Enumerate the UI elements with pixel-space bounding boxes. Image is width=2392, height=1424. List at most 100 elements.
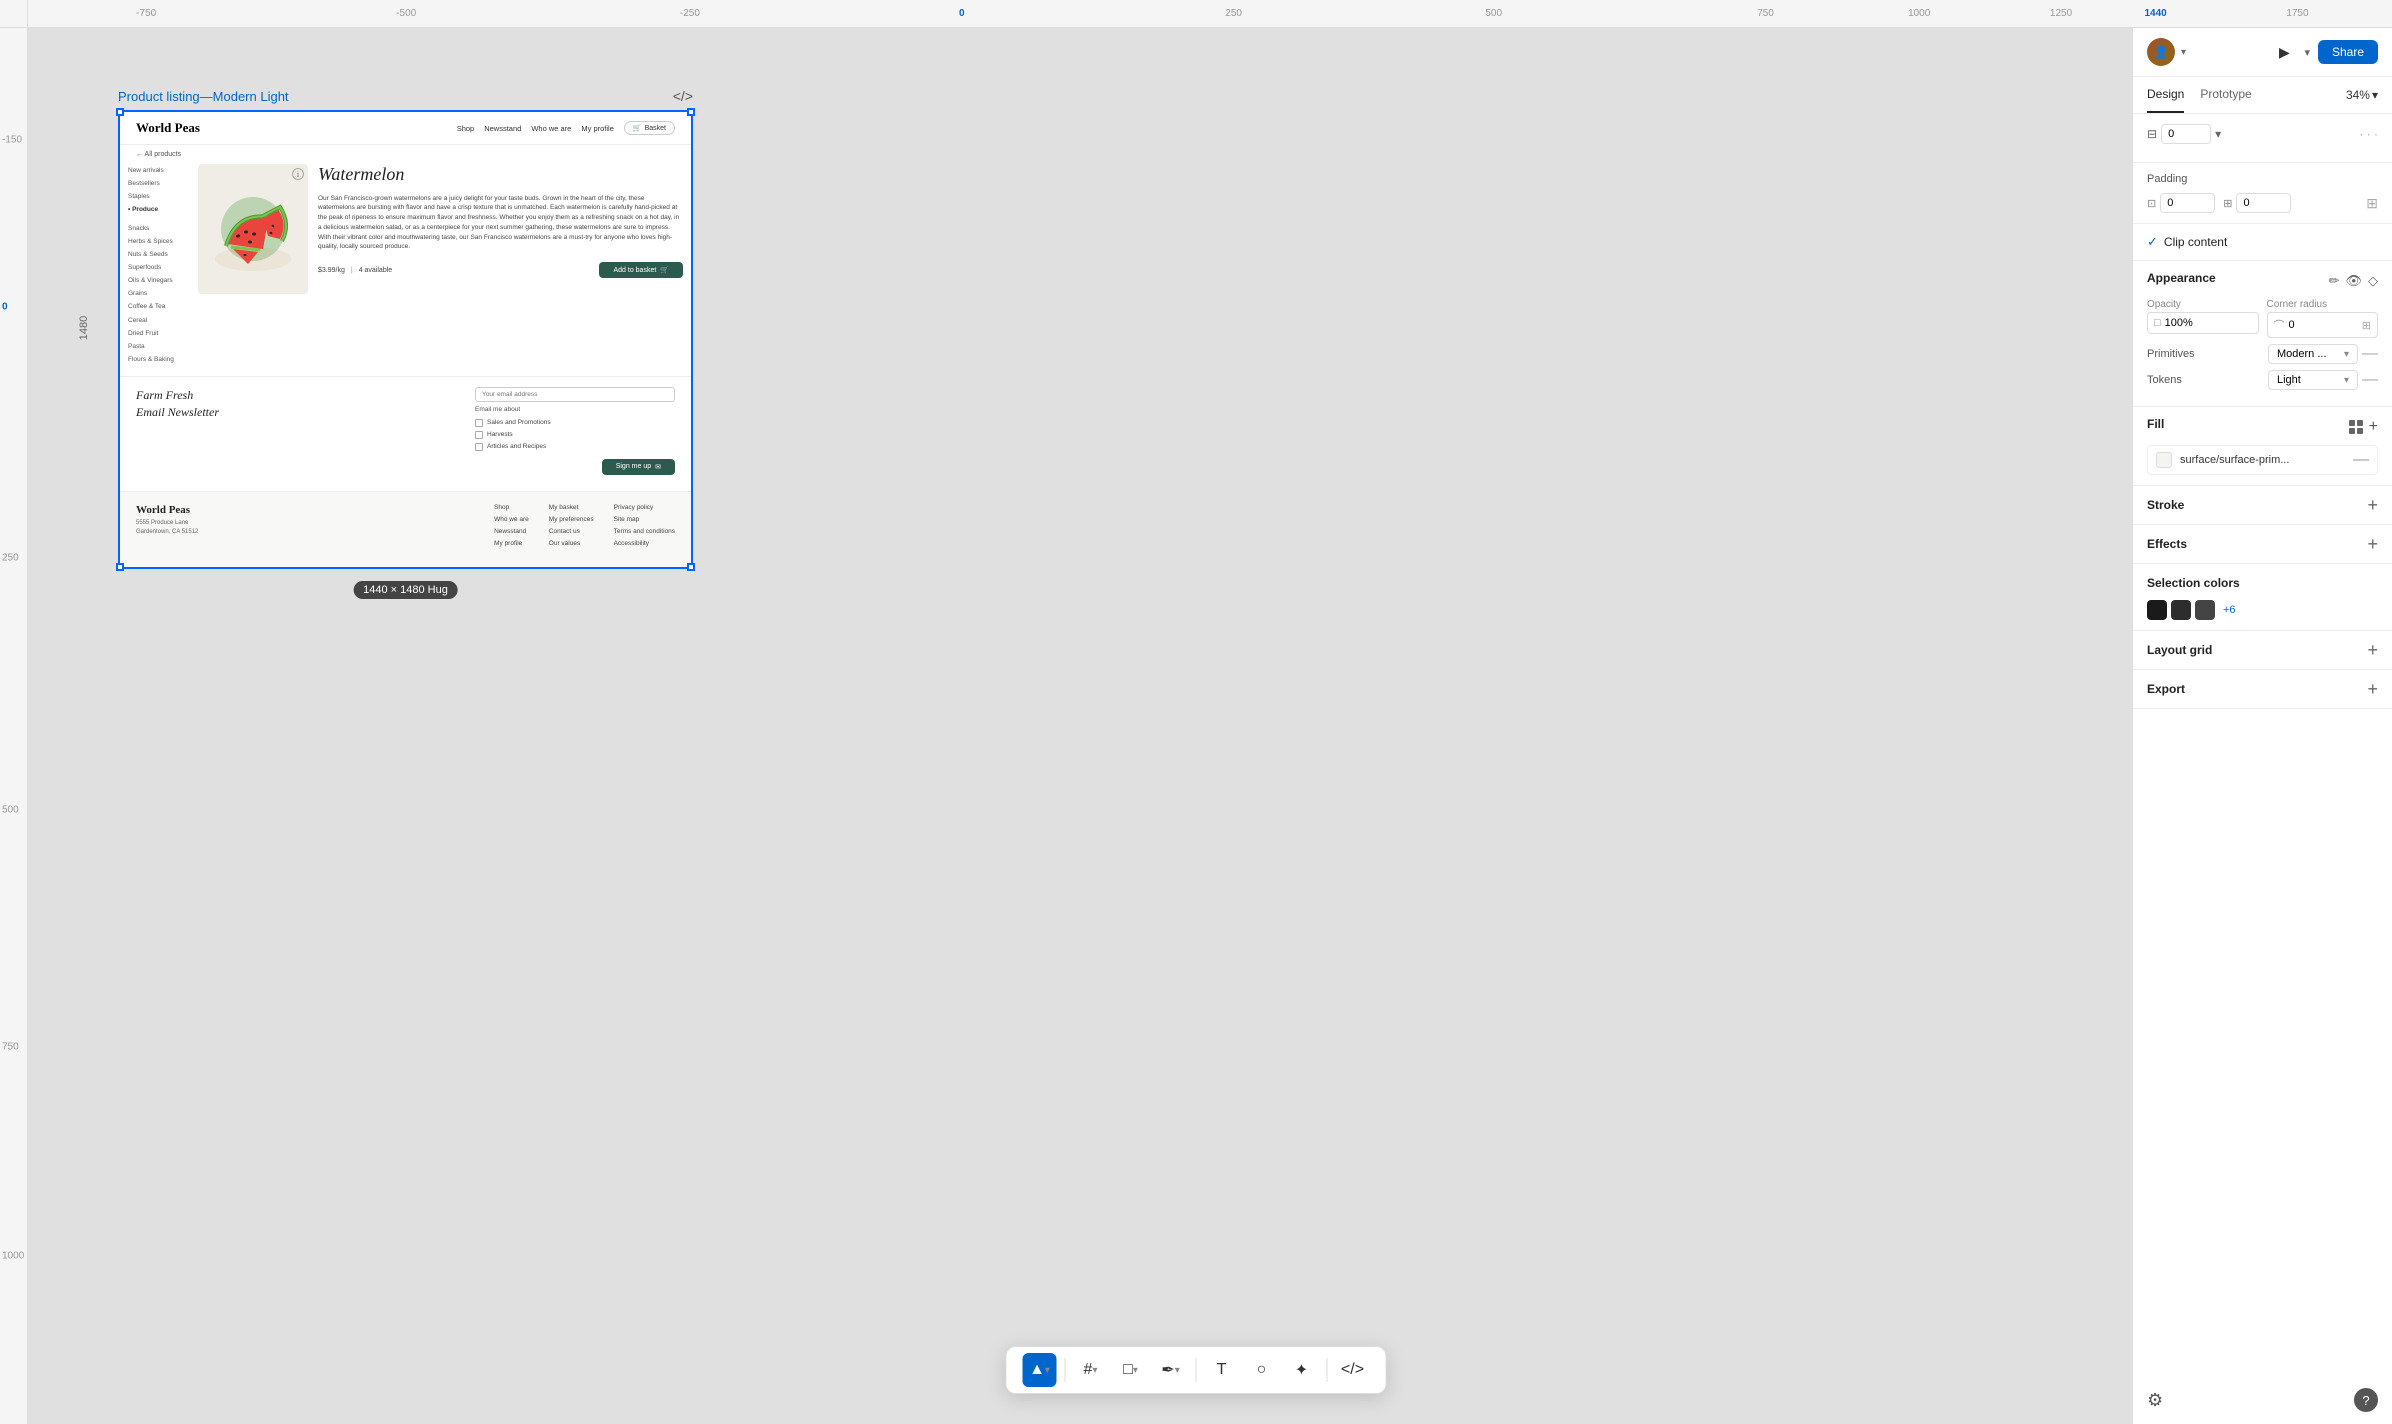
checkmark-icon[interactable]: ✓ [2147, 234, 2158, 250]
tokens-minus[interactable]: — [2362, 371, 2378, 389]
sidebar-herbs[interactable]: Herbs & Spices [128, 235, 188, 248]
footer-link-shop[interactable]: Shop [494, 504, 529, 511]
sel-color-2[interactable] [2171, 600, 2191, 620]
padding-expand-icon[interactable]: ⊞ [2366, 195, 2378, 212]
effects-add-icon[interactable]: + [2367, 535, 2378, 553]
checkbox-box-sales[interactable] [475, 419, 483, 427]
frame-wrapper[interactable]: World Peas Shop Newsstand Who we are My … [118, 110, 693, 569]
nav-link-newsstand[interactable]: Newsstand [484, 124, 521, 133]
sidebar-snacks[interactable]: Snacks [128, 222, 188, 235]
layout-grid-add-icon[interactable]: + [2367, 641, 2378, 659]
footer-link-accessibility[interactable]: Accessibility [614, 540, 675, 547]
fill-remove-icon[interactable]: — [2353, 451, 2369, 469]
tool-code[interactable]: </> [1336, 1353, 1370, 1387]
frame-corner-bl[interactable] [116, 563, 124, 571]
footer-link-prefs[interactable]: My preferences [549, 516, 594, 523]
reset-icon[interactable]: ◇ [2368, 273, 2378, 289]
avatar[interactable]: 👤 [2147, 38, 2175, 66]
tool-rectangle[interactable]: □ ▾ [1114, 1353, 1148, 1387]
footer-link-profile[interactable]: My profile [494, 540, 529, 547]
edit-style-icon[interactable]: ✏ [2329, 273, 2340, 289]
select-chevron[interactable]: ▾ [1045, 1365, 1050, 1376]
code-icon[interactable]: </> [673, 88, 693, 104]
checkbox-box-harvests[interactable] [475, 431, 483, 439]
checkbox-box-articles[interactable] [475, 443, 483, 451]
primitives-dropdown[interactable]: Modern ... ▾ [2268, 344, 2358, 364]
align-input[interactable] [2161, 124, 2211, 144]
sel-color-3[interactable] [2195, 600, 2215, 620]
zoom-control[interactable]: 34% ▾ [2346, 88, 2378, 102]
sidebar-cereal[interactable]: Cereal [128, 314, 188, 327]
canvas[interactable]: Product listing—Modern Light </> World P… [28, 28, 2132, 1424]
sel-color-extra[interactable]: +6 [2223, 604, 2236, 616]
footer-link-newsstand[interactable]: Newsstand [494, 528, 529, 535]
frame-corner-br[interactable] [687, 563, 695, 571]
sidebar-staples[interactable]: Staples [128, 190, 188, 203]
opacity-input[interactable]: □ 100% [2147, 312, 2259, 334]
sidebar-grains[interactable]: Grains [128, 287, 188, 300]
checkbox-harvests[interactable]: Harvests [475, 431, 675, 439]
tab-prototype[interactable]: Prototype [2200, 77, 2251, 113]
nav-link-profile[interactable]: My profile [581, 124, 614, 133]
sidebar-dried-fruit[interactable]: Dried Fruit [128, 327, 188, 340]
footer-link-contact[interactable]: Contact us [549, 528, 594, 535]
nav-link-who[interactable]: Who we are [531, 124, 571, 133]
fill-item[interactable]: surface/surface-prim... — [2147, 445, 2378, 475]
footer-link-sitemap[interactable]: Site map [614, 516, 675, 523]
play-button[interactable]: ▶ [2272, 40, 2296, 64]
export-add-icon[interactable]: + [2367, 680, 2378, 698]
stroke-add-icon[interactable]: + [2367, 496, 2378, 514]
footer-link-terms[interactable]: Terms and conditions [614, 528, 675, 535]
breadcrumb[interactable]: ← All products [120, 145, 691, 164]
tool-text[interactable]: T [1205, 1353, 1239, 1387]
layout-grid-section[interactable]: Layout grid + [2133, 631, 2392, 670]
sidebar-bestsellers[interactable]: Bestsellers [128, 177, 188, 190]
email-input[interactable] [475, 387, 675, 402]
share-button[interactable]: Share [2318, 40, 2378, 64]
tab-design[interactable]: Design [2147, 77, 2184, 113]
padding-v-input[interactable] [2236, 193, 2291, 213]
add-to-basket-button[interactable]: Add to basket 🛒 [599, 262, 683, 278]
corner-radius-expand[interactable]: ⊞ [2362, 319, 2371, 332]
frame-corner-tr[interactable] [687, 108, 695, 116]
sel-color-1[interactable] [2147, 600, 2167, 620]
primitives-chevron[interactable]: ▾ [2344, 349, 2349, 360]
info-icon[interactable]: i [292, 168, 304, 180]
primitives-minus[interactable]: — [2362, 345, 2378, 363]
basket-button[interactable]: 🛒 Basket [624, 121, 675, 135]
frame-corner-tl[interactable] [116, 108, 124, 116]
help-icon[interactable]: ? [2354, 1388, 2378, 1412]
sidebar-pasta[interactable]: Pasta [128, 340, 188, 353]
align-dropdown[interactable]: ▾ [2215, 127, 2221, 141]
fill-grid-icon[interactable] [2349, 420, 2363, 434]
sidebar-oils[interactable]: Oils & Vinegars [128, 274, 188, 287]
sidebar-superfoods[interactable]: Superfoods [128, 261, 188, 274]
sidebar-coffee[interactable]: Coffee & Tea [128, 300, 188, 313]
stroke-section[interactable]: Stroke + [2133, 486, 2392, 525]
tool-pen[interactable]: ✒ ▾ [1154, 1353, 1188, 1387]
tool-star[interactable]: ✦ [1285, 1353, 1319, 1387]
frame-chevron[interactable]: ▾ [1092, 1365, 1097, 1376]
play-chevron[interactable]: ▾ [2304, 46, 2310, 59]
tokens-chevron[interactable]: ▾ [2344, 375, 2349, 386]
sidebar-nuts[interactable]: Nuts & Seeds [128, 248, 188, 261]
tool-ellipse[interactable]: ○ [1245, 1353, 1279, 1387]
align-icon-left[interactable]: ⊟ [2147, 127, 2157, 141]
corner-radius-input[interactable]: ⌒ 0 ⊞ [2267, 312, 2379, 338]
pen-chevron[interactable]: ▾ [1175, 1365, 1180, 1376]
sidebar-produce[interactable]: • Produce [128, 203, 188, 216]
avatar-chevron[interactable]: ▾ [2181, 47, 2186, 58]
settings-icon[interactable]: ⚙ [2147, 1390, 2163, 1411]
export-section[interactable]: Export + [2133, 670, 2392, 709]
sign-up-button[interactable]: Sign me up ✉ [602, 459, 675, 475]
footer-link-values[interactable]: Our values [549, 540, 594, 547]
eye-icon[interactable]: 👁 [2345, 273, 2362, 289]
footer-link-who[interactable]: Who we are [494, 516, 529, 523]
nav-link-shop[interactable]: Shop [457, 124, 475, 133]
checkbox-articles[interactable]: Articles and Recipes [475, 443, 675, 451]
padding-h-input[interactable] [2160, 193, 2215, 213]
fill-color-swatch[interactable] [2156, 452, 2172, 468]
rectangle-chevron[interactable]: ▾ [1133, 1365, 1138, 1376]
tokens-dropdown[interactable]: Light ▾ [2268, 370, 2358, 390]
checkbox-sales[interactable]: Sales and Promotions [475, 419, 675, 427]
